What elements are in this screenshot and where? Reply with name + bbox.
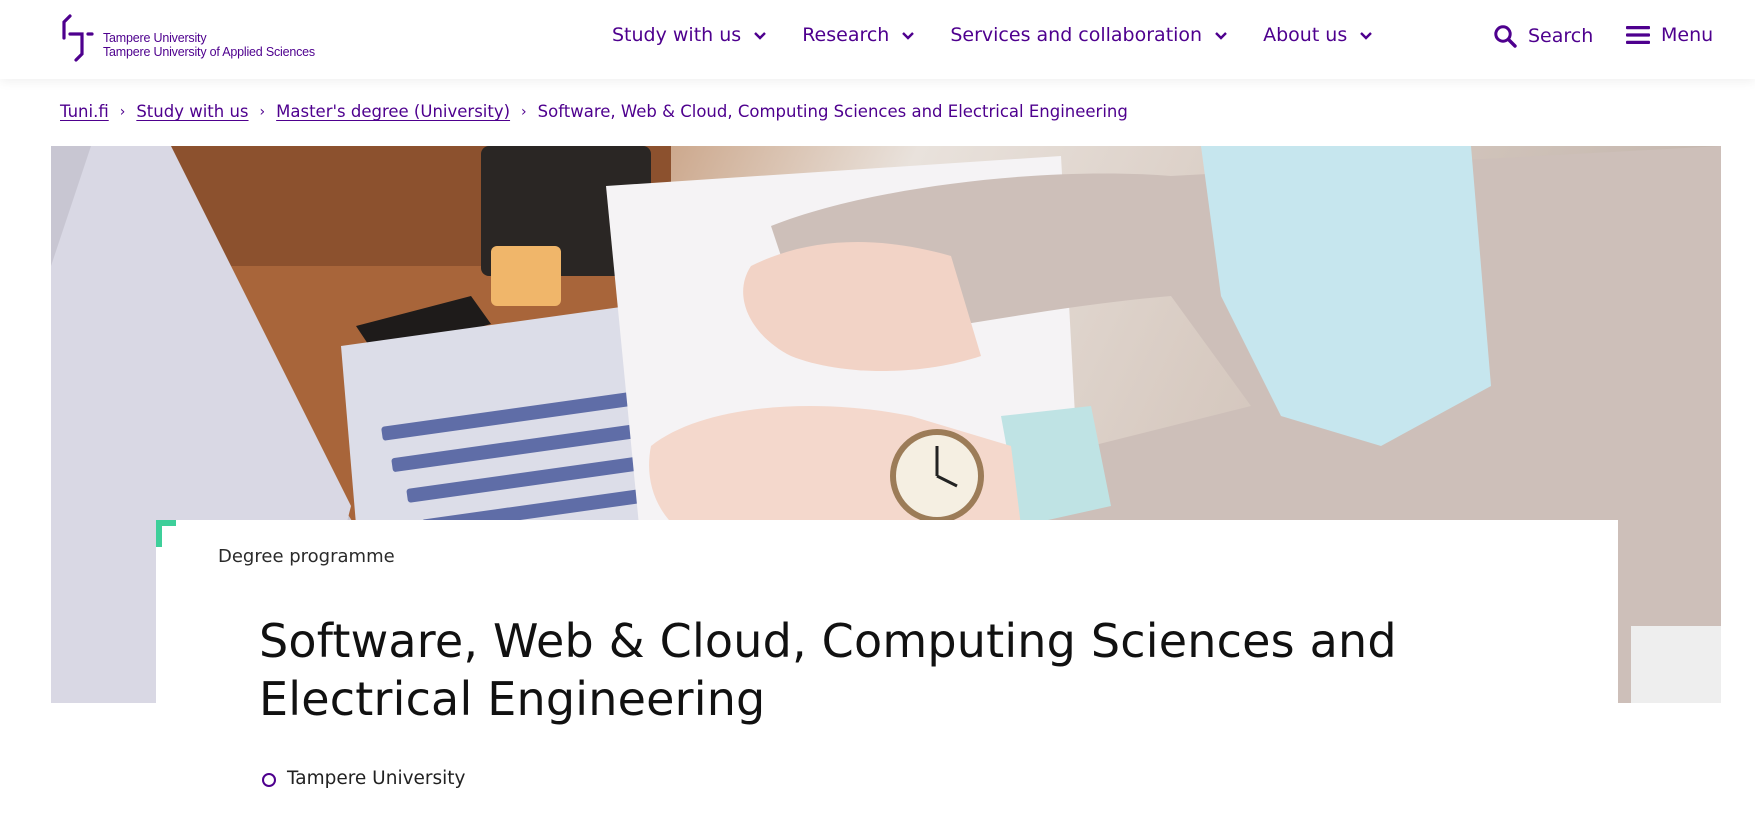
nav-label: Research	[802, 24, 890, 46]
programme-card: Degree programme Software, Web & Cloud, …	[156, 520, 1618, 837]
nav-label: Services and collaboration	[950, 24, 1203, 46]
chevron-down-icon	[1215, 32, 1227, 40]
institution-label: Tampere University	[287, 768, 466, 789]
site-logo[interactable]: Tampere University Tampere University of…	[60, 14, 340, 64]
circle-bullet-icon	[262, 772, 276, 787]
card-eyebrow: Degree programme	[218, 546, 395, 567]
tuni-logo-icon	[62, 14, 94, 62]
nav-label: Study with us	[612, 24, 742, 46]
breadcrumb-current: Software, Web & Cloud, Computing Science…	[537, 102, 1128, 121]
site-header: Tampere University Tampere University of…	[0, 0, 1755, 79]
hamburger-icon	[1626, 26, 1650, 44]
search-icon	[1494, 25, 1517, 48]
breadcrumb-link-home[interactable]: Tuni.fi	[60, 102, 109, 121]
main-nav: Study with us Research Services and coll…	[612, 24, 1408, 46]
nav-services-and-collaboration[interactable]: Services and collaboration	[950, 24, 1228, 46]
search-label: Search	[1528, 25, 1594, 47]
breadcrumb-separator: ›	[521, 103, 527, 120]
logo-text: Tampere University Tampere University of…	[103, 31, 315, 59]
chevron-down-icon	[1360, 32, 1373, 40]
nav-about-us[interactable]: About us	[1263, 24, 1373, 46]
breadcrumb: Tuni.fi › Study with us › Master's degre…	[60, 102, 1128, 121]
search-button[interactable]: Search	[1493, 24, 1593, 48]
breadcrumb-link-study[interactable]: Study with us	[136, 102, 248, 121]
card-accent-corner	[156, 520, 176, 547]
institution-tag: Tampere University	[262, 768, 466, 789]
logo-line-1: Tampere University	[103, 31, 207, 45]
breadcrumb-separator: ›	[259, 103, 266, 120]
logo-line-2: Tampere University of Applied Sciences	[103, 45, 315, 59]
menu-button[interactable]: Menu	[1626, 24, 1713, 46]
breadcrumb-link-masters[interactable]: Master's degree (University)	[276, 102, 510, 121]
page-title: Software, Web & Cloud, Computing Science…	[259, 614, 1397, 726]
chevron-down-icon	[902, 32, 915, 40]
breadcrumb-separator: ›	[119, 103, 126, 120]
menu-label: Menu	[1661, 24, 1714, 46]
nav-study-with-us[interactable]: Study with us	[612, 24, 767, 46]
chevron-down-icon	[754, 32, 767, 40]
nav-label: About us	[1263, 24, 1348, 46]
nav-research[interactable]: Research	[802, 24, 915, 46]
